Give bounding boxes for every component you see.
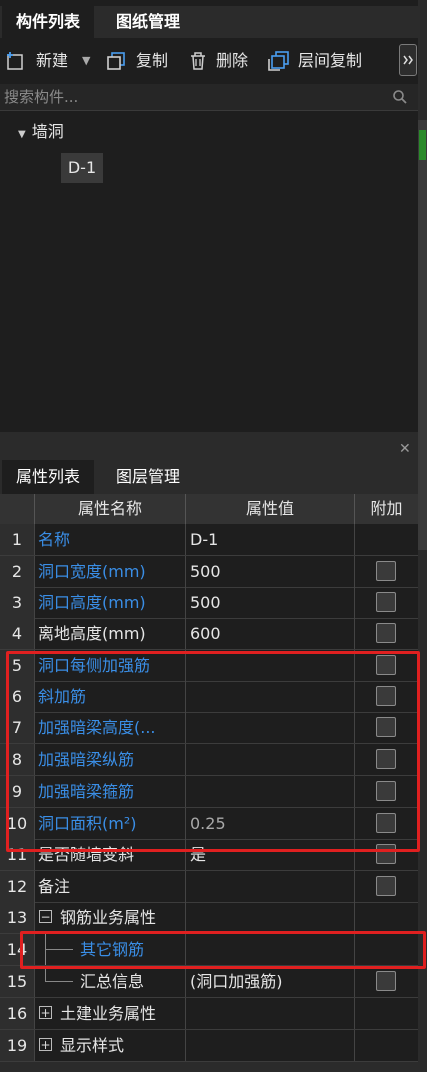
search-bar [0,84,418,111]
additional-checkbox[interactable] [376,876,396,896]
row-index: 13 [0,902,35,933]
additional-checkbox[interactable] [376,623,396,643]
property-name: 洞口高度(mm) [38,593,146,612]
chevron-down-icon[interactable]: ▼ [82,46,90,76]
caret-down-icon[interactable]: ▼ [18,129,26,140]
expand-icon[interactable]: + [39,1006,52,1019]
table-row[interactable]: 12 备注 [0,871,418,903]
property-name: 汇总信息 [80,972,145,991]
double-chevron-right-icon [403,55,413,65]
copy-button[interactable]: 复制 [106,46,176,76]
property-group-name: 土建业务属性 [60,1004,157,1023]
header-property-name: 属性名称 [35,494,186,524]
row-index: 19 [0,1030,35,1061]
row-index: 16 [0,998,35,1029]
component-toolbar: 新建 ▼ 复制 删除 层间复制 [0,38,418,84]
property-name: 洞口宽度(mm) [38,562,146,581]
delete-label: 删除 [216,51,249,70]
copy-icon [107,52,125,70]
additional-checkbox[interactable] [376,592,396,612]
table-row[interactable]: 15 汇总信息 (洞口加强筋) [0,966,418,998]
row-index: 12 [0,871,35,902]
tree-item-d1[interactable]: D-1 [61,153,103,183]
header-property-value: 属性值 [186,494,355,524]
right-scrollbar[interactable] [418,120,427,550]
new-button[interactable]: 新建 ▼ [6,46,96,76]
property-value[interactable]: D-1 [190,524,218,555]
tab-drawing-management[interactable]: 图纸管理 [100,6,196,38]
property-group-name: 显示样式 [60,1036,125,1055]
row-index: 1 [0,524,35,555]
scrollbar-thumb[interactable] [419,130,426,160]
floor-copy-button[interactable]: 层间复制 [268,46,378,76]
search-input[interactable] [4,86,374,108]
property-value[interactable]: 600 [190,618,221,649]
property-tab-bar: 属性列表 图层管理 [0,460,418,494]
property-name: 离地高度(mm) [38,624,146,643]
copy-label: 复制 [136,51,169,70]
new-label: 新建 [36,51,69,70]
search-icon[interactable] [392,89,408,105]
highlight-box [20,931,426,969]
row-index: 4 [0,618,35,649]
tree-node-wall-opening[interactable]: ▼ 墙洞 [18,118,64,146]
property-value[interactable]: 500 [190,587,221,618]
table-row[interactable]: 4 离地高度(mm) 600 [0,618,418,650]
toolbar-more-button[interactable] [399,44,417,76]
tab-component-list[interactable]: 构件列表 [2,6,94,38]
property-value[interactable]: (洞口加强筋) [190,966,283,997]
table-row[interactable]: 13 − 钢筋业务属性 [0,902,418,934]
table-row[interactable]: 3 洞口高度(mm) 500 [0,587,418,619]
close-icon[interactable]: ✕ [399,442,413,456]
delete-button[interactable]: 删除 [188,46,258,76]
row-index: 15 [0,966,35,997]
row-index: 3 [0,587,35,618]
property-value[interactable]: 500 [190,556,221,587]
highlight-box [6,651,420,852]
row-index: 2 [0,556,35,587]
collapse-icon[interactable]: − [39,910,52,923]
header-additional: 附加 [355,494,418,524]
table-row[interactable]: 19 + 显示样式 [0,1030,418,1062]
tree-node-label: 墙洞 [31,122,64,141]
tab-layer-management[interactable]: 图层管理 [100,460,196,494]
expand-icon[interactable]: + [39,1038,52,1051]
header-index [0,494,35,524]
additional-checkbox[interactable] [376,971,396,991]
table-row[interactable]: 1 名称 D-1 [0,524,418,556]
top-tab-bar: 构件列表 图纸管理 [0,6,418,38]
property-name: 名称 [38,530,71,549]
table-row[interactable]: 16 + 土建业务属性 [0,998,418,1030]
tab-property-list[interactable]: 属性列表 [2,460,94,494]
property-group-name: 钢筋业务属性 [60,908,157,927]
additional-checkbox[interactable] [376,561,396,581]
floor-copy-icon [268,51,289,71]
new-icon [7,52,23,70]
table-row[interactable]: 2 洞口宽度(mm) 500 [0,556,418,588]
property-name: 备注 [38,877,71,896]
trash-icon [191,52,205,70]
floor-copy-label: 层间复制 [298,51,363,70]
